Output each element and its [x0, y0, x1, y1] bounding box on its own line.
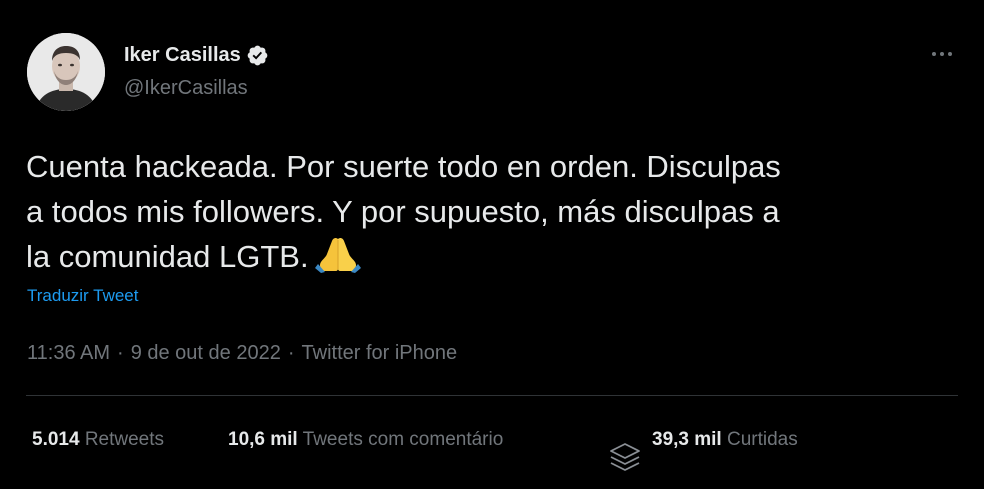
- quote-tweets-label: Tweets com comentário: [302, 429, 504, 450]
- tweet-text: Cuenta hackeada. Por suerte todo en orde…: [26, 144, 966, 279]
- divider: [26, 395, 958, 396]
- quote-tweets-count: 10,6 mil: [228, 429, 298, 450]
- tweet-date[interactable]: 9 de out de 2022: [131, 342, 281, 364]
- tweet-body: Cuenta hackeada. Por suerte todo en orde…: [26, 149, 781, 274]
- avatar-photo-icon: [27, 33, 105, 111]
- retweets-count: 5.014: [32, 429, 80, 450]
- layers-icon: [610, 443, 640, 471]
- meta-separator: ·: [287, 342, 295, 364]
- author-handle[interactable]: @IkerCasillas: [124, 74, 248, 102]
- likes-count: 39,3 mil: [652, 429, 722, 450]
- retweets-label: Retweets: [84, 429, 165, 450]
- more-options-icon: [932, 52, 952, 56]
- verified-badge-icon: [247, 45, 268, 65]
- quote-tweets-stat[interactable]: 10,6 mil Tweets com comentário: [228, 426, 503, 454]
- author-avatar[interactable]: [27, 33, 105, 111]
- folded-hands-emoji: [314, 237, 361, 273]
- tweet-time[interactable]: 11:36 AM: [27, 342, 110, 364]
- likes-stat[interactable]: 39,3 mil Curtidas: [652, 426, 798, 454]
- author-display-name[interactable]: Iker Casillas: [124, 40, 241, 70]
- translate-tweet-link[interactable]: Traduzir Tweet: [27, 284, 139, 308]
- retweets-stat[interactable]: 5.014 Retweets: [32, 426, 164, 454]
- meta-separator: ·: [117, 342, 124, 364]
- more-options-button[interactable]: [926, 44, 958, 64]
- tweet-meta: 11:36 AM · 9 de out de 2022 · Twitter for iP…: [27, 339, 457, 367]
- likes-label: Curtidas: [727, 429, 798, 450]
- author-name-row[interactable]: Iker Casillas: [124, 40, 269, 70]
- tweet-source-link[interactable]: Twitter for iPhone: [302, 342, 458, 364]
